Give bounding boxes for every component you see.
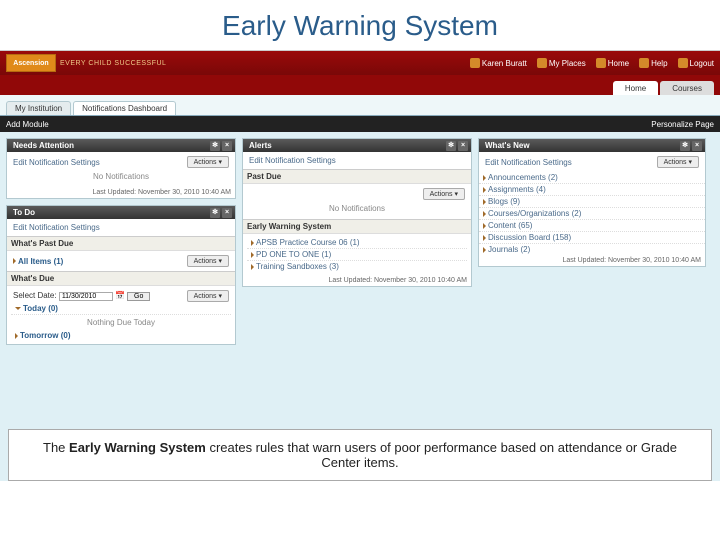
calendar-icon[interactable]: 📅	[115, 291, 125, 300]
edit-settings-link[interactable]: Edit Notification Settings	[13, 223, 100, 232]
subtab-notifications-dashboard[interactable]: Notifications Dashboard	[73, 101, 176, 115]
module-alerts: Alerts✻× Edit Notification Settings Past…	[242, 138, 472, 287]
edit-settings-link[interactable]: Edit Notification Settings	[249, 156, 336, 165]
close-icon[interactable]: ×	[458, 141, 468, 151]
main-tabs: Home Courses	[0, 75, 720, 95]
last-updated: Last Updated: November 30, 2010 10:40 AM	[7, 187, 235, 198]
actions-button[interactable]: Actions ▾	[187, 290, 229, 302]
tab-courses[interactable]: Courses	[660, 81, 714, 95]
list-item[interactable]: Content (65)	[479, 220, 705, 232]
list-item[interactable]: APSB Practice Course 06 (1)	[247, 237, 467, 249]
tab-home[interactable]: Home	[613, 81, 658, 95]
actions-button[interactable]: Actions ▾	[187, 156, 229, 168]
module-header: To Do✻×	[7, 206, 235, 219]
help-link[interactable]: Help	[639, 58, 667, 68]
subtab-my-institution[interactable]: My Institution	[6, 101, 71, 115]
list-item[interactable]: Discussion Board (158)	[479, 232, 705, 244]
user-link[interactable]: Karen Buratt	[470, 58, 527, 68]
expand-icon	[251, 252, 254, 258]
module-header: What's New✻×	[479, 139, 705, 152]
gear-icon[interactable]: ✻	[210, 141, 220, 151]
expand-icon	[483, 175, 486, 181]
application-window: Ascension EVERY CHILD SUCCESSFUL Karen B…	[0, 50, 720, 481]
due-heading: What's Due	[7, 271, 235, 286]
today-item[interactable]: Today (0)	[15, 304, 58, 313]
edit-settings-link[interactable]: Edit Notification Settings	[13, 158, 100, 167]
expand-icon	[483, 235, 486, 241]
actions-button[interactable]: Actions ▾	[657, 156, 699, 168]
list-item[interactable]: Courses/Organizations (2)	[479, 208, 705, 220]
expand-icon	[251, 240, 254, 246]
module-whats-new: What's New✻× Edit Notification Settings A…	[478, 138, 706, 267]
expand-icon	[483, 223, 486, 229]
module-header: Needs Attention✻×	[7, 139, 235, 152]
home-link[interactable]: Home	[596, 58, 629, 68]
logo: Ascension EVERY CHILD SUCCESSFUL	[6, 52, 166, 74]
home-icon	[596, 58, 606, 68]
help-icon	[639, 58, 649, 68]
go-button[interactable]: Go	[127, 292, 150, 301]
collapse-icon	[15, 307, 21, 310]
personalize-page-button[interactable]: Personalize Page	[651, 120, 714, 129]
module-header: Alerts✻×	[243, 139, 471, 152]
logout-link[interactable]: Logout	[678, 58, 714, 68]
close-icon[interactable]: ×	[222, 208, 232, 218]
caption-bold: Early Warning System	[69, 440, 206, 455]
logo-icon: Ascension	[6, 54, 56, 72]
actions-button[interactable]: Actions ▾	[423, 188, 465, 200]
ews-heading: Early Warning System	[243, 219, 471, 234]
expand-icon	[483, 211, 486, 217]
last-updated: Last Updated: November 30, 2010 10:40 AM	[243, 275, 471, 286]
list-item[interactable]: Announcements (2)	[479, 172, 705, 184]
tomorrow-item[interactable]: Tomorrow (0)	[15, 331, 71, 340]
list-item[interactable]: PD ONE TO ONE (1)	[247, 249, 467, 261]
module-to-do: To Do✻× Edit Notification Settings What'…	[6, 205, 236, 345]
sub-tabs: My Institution Notifications Dashboard	[0, 95, 720, 116]
last-updated: Last Updated: November 30, 2010 10:40 AM	[479, 255, 705, 266]
gear-icon[interactable]: ✻	[210, 208, 220, 218]
expand-icon	[483, 247, 486, 253]
dashboard-toolbar: Add Module Personalize Page	[0, 116, 720, 132]
add-module-button[interactable]: Add Module	[6, 120, 49, 129]
close-icon[interactable]: ×	[222, 141, 232, 151]
tagline: EVERY CHILD SUCCESSFUL	[60, 60, 166, 67]
expand-icon	[483, 199, 486, 205]
gear-icon[interactable]: ✻	[446, 141, 456, 151]
expand-icon	[15, 333, 18, 339]
user-icon	[470, 58, 480, 68]
date-input[interactable]	[59, 292, 113, 301]
slide-title: Early Warning System	[0, 0, 720, 50]
caption-box: The Early Warning System creates rules t…	[8, 429, 712, 481]
expand-icon	[251, 264, 254, 270]
edit-settings-link[interactable]: Edit Notification Settings	[485, 158, 572, 167]
list-item[interactable]: Journals (2)	[479, 244, 705, 255]
list-item[interactable]: Training Sandboxes (3)	[247, 261, 467, 272]
places-icon	[537, 58, 547, 68]
gear-icon[interactable]: ✻	[680, 141, 690, 151]
empty-text: No Notifications	[247, 201, 467, 216]
pastdue-heading: Past Due	[243, 169, 471, 184]
topbar: Ascension EVERY CHILD SUCCESSFUL Karen B…	[0, 51, 720, 75]
actions-button[interactable]: Actions ▾	[187, 255, 229, 267]
myplaces-link[interactable]: My Places	[537, 58, 586, 68]
expand-icon	[483, 187, 486, 193]
all-items-link[interactable]: All Items (1)	[13, 257, 63, 266]
dashboard: Needs Attention✻× Edit Notification Sett…	[0, 132, 720, 351]
empty-text: No Notifications	[11, 169, 231, 184]
pastdue-heading: What's Past Due	[7, 236, 235, 251]
empty-text: Nothing Due Today	[11, 315, 231, 330]
module-needs-attention: Needs Attention✻× Edit Notification Sett…	[6, 138, 236, 199]
list-item[interactable]: Blogs (9)	[479, 196, 705, 208]
logout-icon	[678, 58, 688, 68]
expand-icon	[13, 258, 16, 264]
list-item[interactable]: Assignments (4)	[479, 184, 705, 196]
close-icon[interactable]: ×	[692, 141, 702, 151]
